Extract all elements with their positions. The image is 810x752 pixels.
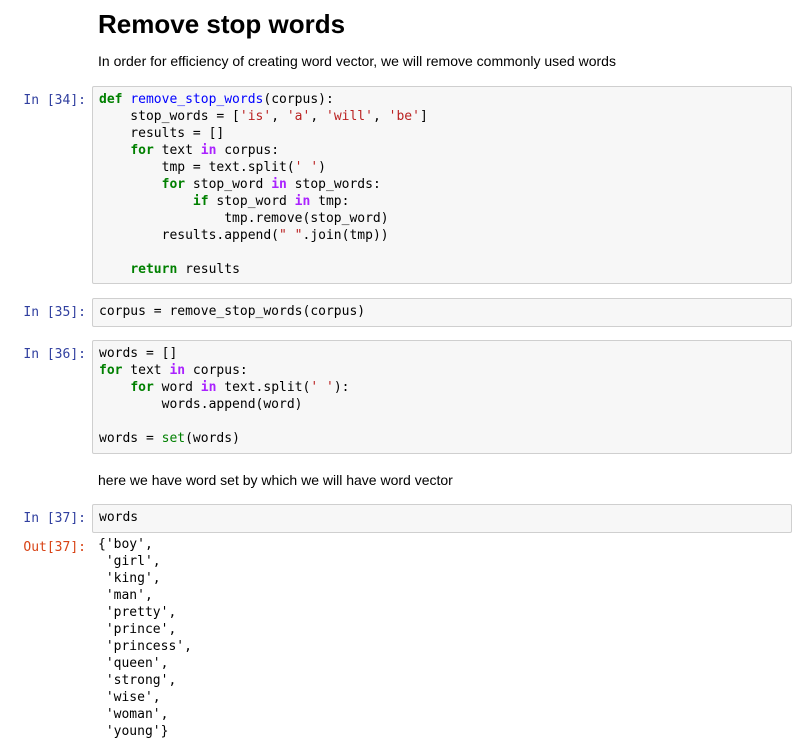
cell-36-prompt: In [36]: — [23, 347, 86, 362]
code-token: ) — [318, 160, 326, 175]
code-token: 'be' — [388, 109, 420, 124]
code-token: words.append(word) — [99, 397, 303, 412]
code-token: results.append( — [99, 228, 280, 243]
code-token: results — [177, 262, 240, 277]
output-line: {'boy', — [98, 537, 153, 552]
code-cell-35[interactable]: corpus = remove_stop_words(corpus) — [92, 298, 792, 327]
code-token: in — [169, 363, 186, 378]
code-token: stop_words: — [286, 177, 381, 192]
code-cell-34-source[interactable]: def remove_stop_words(corpus): stop_word… — [99, 91, 785, 278]
section-heading: Remove stop words — [98, 9, 346, 39]
code-cell-35-source[interactable]: corpus = remove_stop_words(corpus) — [99, 303, 785, 320]
code-token: def — [99, 92, 123, 107]
code-token: tmp = text.split( — [99, 160, 295, 175]
out-37-prompt: Out[37]: — [23, 540, 86, 555]
output-line: 'prince', — [98, 622, 177, 637]
code-token: set — [161, 431, 186, 446]
code-token: , — [310, 109, 326, 124]
cell-34-prompt: In [34]: — [23, 93, 86, 108]
code-cell-34[interactable]: def remove_stop_words(corpus): stop_word… — [92, 86, 792, 284]
output-line: 'woman', — [98, 707, 169, 722]
code-token: words = [] — [99, 346, 178, 361]
output-line: 'strong', — [98, 673, 177, 688]
output-line: 'pretty', — [98, 605, 177, 620]
code-token: 'is' — [239, 109, 272, 124]
code-token: corpus = remove_stop_words(corpus) — [99, 304, 366, 319]
code-token: in — [200, 380, 217, 395]
code-token: words — [99, 510, 139, 525]
code-token: , — [271, 109, 287, 124]
code-token: results = [] — [99, 126, 225, 141]
code-token: .join(tmp)) — [302, 228, 389, 243]
output-line: 'king', — [98, 571, 161, 586]
code-token: (corpus): — [263, 92, 334, 107]
code-cell-37-source[interactable]: words — [99, 509, 785, 526]
code-token: ] — [419, 109, 428, 124]
code-token: corpus: — [216, 143, 280, 158]
code-token: in — [271, 177, 287, 192]
code-token: words = — [99, 431, 162, 446]
code-token: in — [294, 194, 311, 209]
code-token: 'a' — [286, 109, 311, 124]
output-37-text: {'boy', 'girl', 'king', 'man', 'pretty',… — [98, 536, 192, 740]
code-token: word — [153, 380, 201, 395]
code-token: (words) — [185, 431, 240, 446]
intro-text: In order for efficiency of creating word… — [98, 53, 616, 69]
code-token: , — [372, 109, 389, 124]
output-37: {'boy', 'girl', 'king', 'man', 'pretty',… — [98, 536, 192, 740]
code-token: return — [130, 262, 178, 277]
code-token: stop_word — [185, 177, 272, 192]
code-token: for — [130, 380, 154, 395]
cell-37-prompt: In [37]: — [23, 511, 86, 526]
output-line: 'princess', — [98, 639, 192, 654]
code-cell-37[interactable]: words — [92, 504, 792, 533]
code-token: text.split( — [216, 380, 311, 395]
code-token: remove_stop_words — [130, 92, 264, 107]
code-token: text — [122, 363, 170, 378]
code-token: for — [161, 177, 186, 192]
output-line: 'queen', — [98, 656, 169, 671]
code-cell-36-source[interactable]: words = [] for text in corpus: for word … — [99, 345, 785, 447]
code-token: ' ' — [294, 160, 319, 175]
output-line: 'young'} — [98, 724, 169, 739]
code-token: for — [99, 363, 123, 378]
code-token: " " — [279, 228, 303, 243]
code-token: tmp.remove(stop_word) — [99, 211, 389, 226]
code-token: 'will' — [326, 109, 373, 124]
output-line: 'girl', — [98, 554, 161, 569]
output-line: 'man', — [98, 588, 153, 603]
code-token: stop_word — [208, 194, 295, 209]
code-token: for — [130, 143, 154, 158]
code-token: in — [200, 143, 217, 158]
code-token: ' ' — [310, 380, 334, 395]
cell-35-prompt: In [35]: — [23, 305, 86, 320]
code-token: stop_words = [ — [99, 109, 240, 124]
output-line: 'wise', — [98, 690, 161, 705]
code-token: tmp: — [310, 194, 350, 209]
code-token: if — [192, 194, 209, 209]
code-token: ): — [333, 380, 350, 395]
code-cell-36[interactable]: words = [] for text in corpus: for word … — [92, 340, 792, 454]
word-set-note: here we have word set by which we will h… — [98, 472, 453, 488]
code-token: text — [153, 143, 201, 158]
code-token: corpus: — [185, 363, 248, 378]
